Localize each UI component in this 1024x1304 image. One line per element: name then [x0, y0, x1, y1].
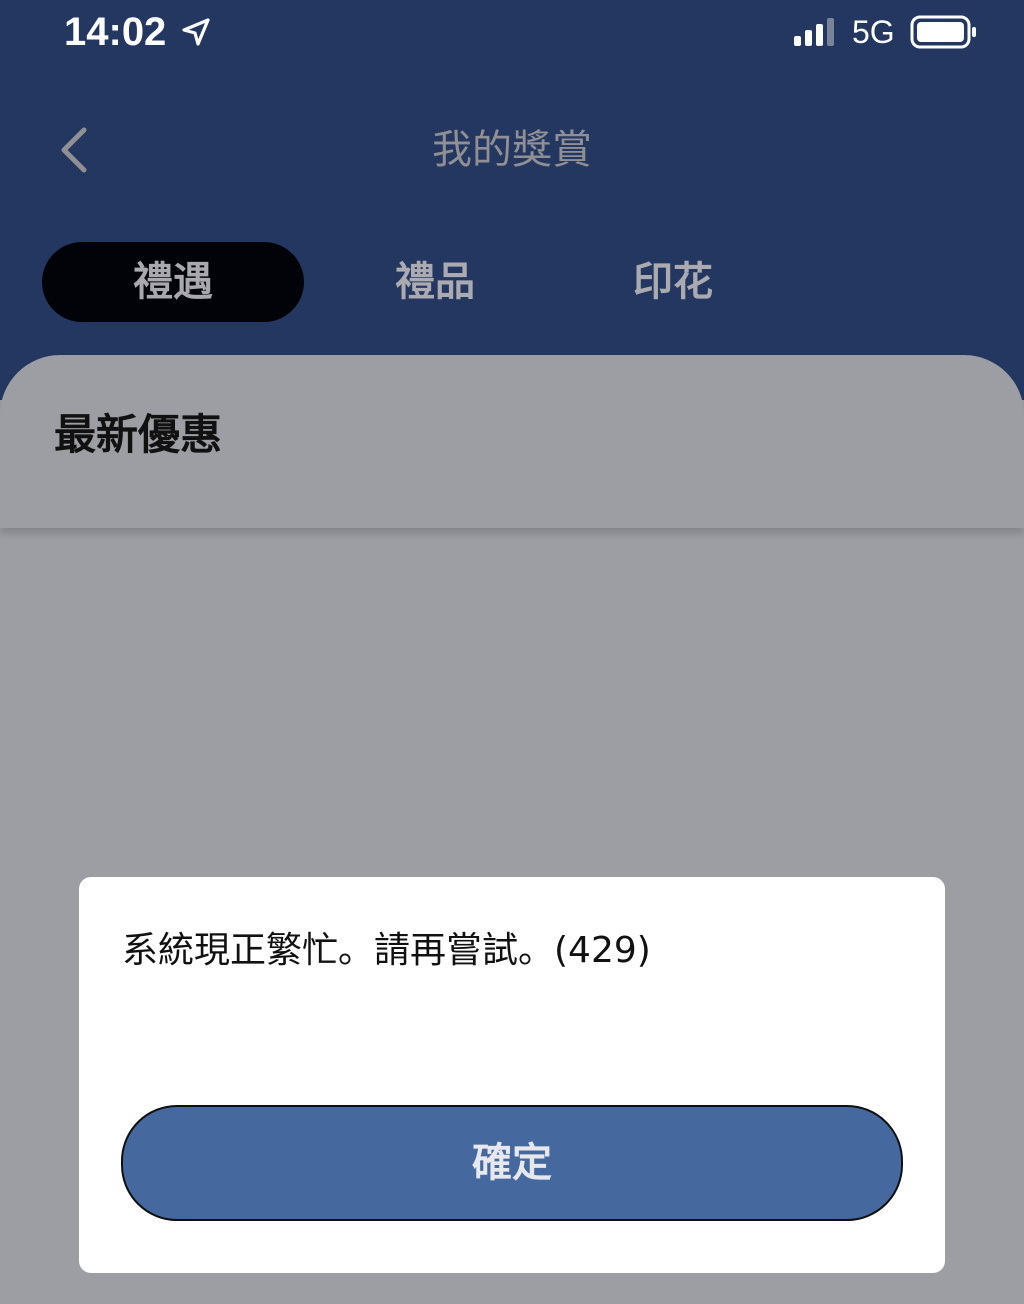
status-bar: 14:02 5G	[0, 0, 1024, 70]
error-dialog: 系統現正繁忙。請再嘗試。(429) 確定	[79, 877, 945, 1273]
tab-gifts[interactable]: 禮品	[330, 242, 540, 322]
tab-bar: 禮遇 禮品 印花	[0, 242, 1024, 322]
nav-bar: 我的獎賞	[0, 100, 1024, 200]
tab-stamps[interactable]: 印花	[568, 242, 778, 322]
page-title: 我的獎賞	[432, 127, 592, 173]
confirm-button[interactable]: 確定	[121, 1105, 903, 1221]
network-type: 5G	[852, 14, 895, 50]
section-title: 最新優惠	[54, 410, 223, 459]
dialog-message: 系統現正繁忙。請再嘗試。(429)	[122, 930, 651, 971]
status-time: 14:02	[64, 10, 167, 54]
battery-icon	[910, 15, 976, 49]
latest-offers-section: 最新優惠	[0, 355, 1024, 528]
app-header: 14:02 5G 我的獎賞 禮遇 禮品 印花	[0, 0, 1024, 400]
location-arrow-icon	[182, 18, 210, 46]
tab-privileges[interactable]: 禮遇	[42, 242, 304, 322]
cellular-signal-icon	[794, 18, 834, 46]
